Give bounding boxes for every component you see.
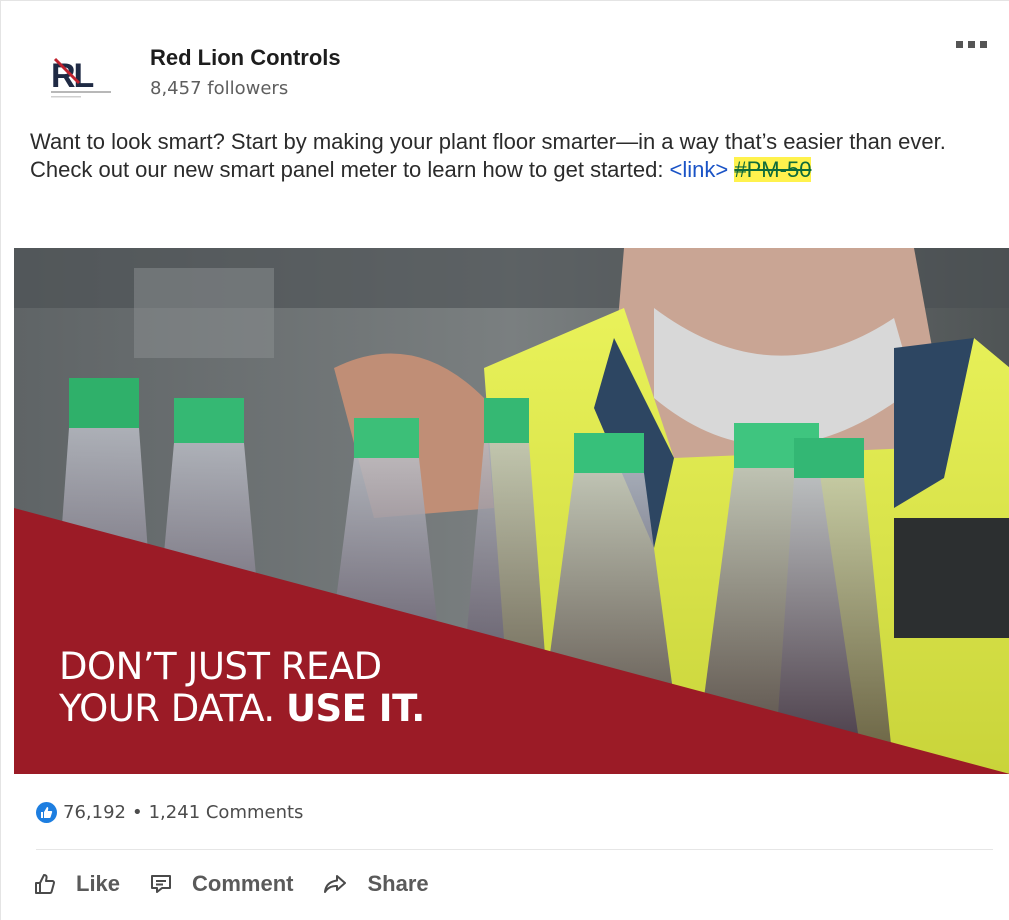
share-label: Share bbox=[367, 871, 429, 896]
hero-headline: DON’T JUST READ YOUR DATA. USE IT. bbox=[59, 646, 425, 730]
more-options-button[interactable] bbox=[952, 37, 991, 52]
headline-emphasis: USE IT. bbox=[285, 687, 425, 730]
headline-line-1: DON’T JUST READ bbox=[59, 645, 382, 688]
like-count[interactable]: 76,192 bbox=[63, 802, 126, 823]
like-reaction-icon bbox=[36, 802, 57, 823]
comment-button[interactable]: Comment bbox=[150, 871, 293, 897]
share-icon bbox=[324, 875, 347, 893]
hashtag-link[interactable]: #PM-50 bbox=[734, 157, 812, 182]
company-name[interactable]: Red Lion Controls bbox=[150, 45, 341, 71]
action-bar: Like Comment Share bbox=[34, 871, 459, 897]
more-icon bbox=[956, 41, 963, 48]
share-button[interactable]: Share bbox=[323, 871, 429, 897]
thumbs-up-icon bbox=[35, 874, 55, 894]
like-button[interactable]: Like bbox=[34, 871, 120, 897]
comment-icon bbox=[151, 875, 172, 893]
social-counts: 76,192 • 1,241 Comments bbox=[36, 802, 303, 823]
stats-separator: • bbox=[131, 802, 143, 823]
divider bbox=[36, 849, 993, 850]
post-card: RL Red Lion Controls 8,457 followers Wan… bbox=[0, 0, 1009, 920]
headline-line-2: YOUR DATA. USE IT. bbox=[59, 687, 425, 730]
post-link[interactable]: <link> bbox=[670, 157, 729, 182]
comment-label: Comment bbox=[192, 871, 294, 896]
follower-count: 8,457 followers bbox=[150, 78, 289, 99]
post-body: Want to look smart? Start by making your… bbox=[30, 128, 980, 184]
post-image[interactable]: DON’T JUST READ YOUR DATA. USE IT. bbox=[14, 248, 1009, 774]
comment-count[interactable]: 1,241 Comments bbox=[149, 802, 304, 823]
like-label: Like bbox=[76, 871, 121, 896]
company-logo[interactable]: RL bbox=[49, 49, 125, 101]
